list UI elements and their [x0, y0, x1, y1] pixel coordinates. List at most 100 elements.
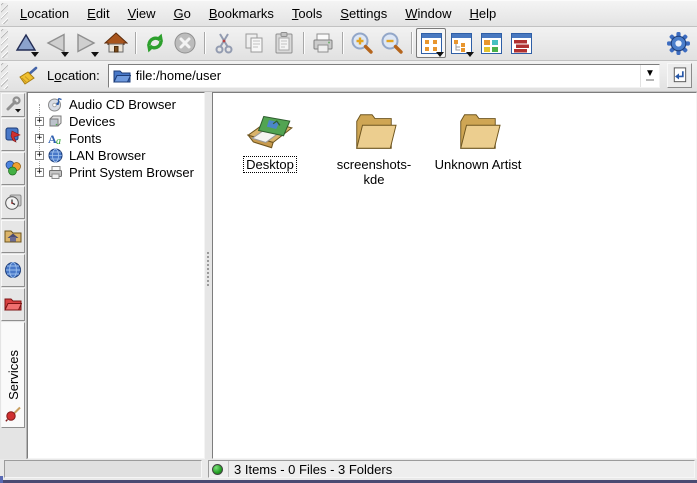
- tree-view-button[interactable]: [446, 28, 476, 58]
- menu-help[interactable]: Help: [461, 3, 506, 24]
- location-dropdown-button[interactable]: ▼: [640, 65, 659, 87]
- toolbar-drag-handle[interactable]: [1, 29, 8, 58]
- expander-plus-icon[interactable]: +: [35, 168, 44, 177]
- menu-view[interactable]: View: [119, 3, 165, 24]
- zoom-out-button[interactable]: [377, 28, 407, 58]
- locationbar-drag-handle[interactable]: [1, 63, 8, 89]
- up-dropdown-arrow-icon[interactable]: [31, 52, 39, 57]
- tree-item-fonts[interactable]: + A a Fonts: [30, 130, 204, 147]
- go-enter-icon: [670, 66, 689, 85]
- content-area: Services Aud: [0, 92, 697, 459]
- up-button[interactable]: [11, 28, 41, 58]
- icon-view-dropdown-arrow-icon[interactable]: [436, 52, 444, 57]
- paste-button[interactable]: [269, 28, 299, 58]
- svg-text:a: a: [56, 136, 61, 146]
- status-message-area: 3 Items - 0 Files - 3 Folders: [208, 460, 695, 478]
- folder-icon-view[interactable]: Desktop screenshots-kde: [212, 92, 697, 459]
- back-button[interactable]: [41, 28, 71, 58]
- toolbar-separator: [342, 32, 343, 54]
- desktop-folder-icon: [244, 107, 296, 153]
- forward-dropdown-arrow-icon[interactable]: [91, 52, 99, 57]
- sidebar-tab-home-folder[interactable]: [1, 220, 25, 253]
- tree-item-devices[interactable]: + Devices: [30, 113, 204, 130]
- detail-view-button[interactable]: [506, 28, 536, 58]
- back-dropdown-arrow-icon[interactable]: [61, 52, 69, 57]
- root-folder-icon: [4, 295, 22, 313]
- sidebar-tab-network[interactable]: [1, 254, 25, 287]
- menu-location[interactable]: Location: [11, 3, 78, 24]
- reload-button[interactable]: [140, 28, 170, 58]
- lan-globe-icon: [48, 148, 63, 163]
- blue-folder-icon: [113, 68, 131, 83]
- menu-tools[interactable]: Tools: [283, 3, 331, 24]
- sidebar-splitter[interactable]: [205, 92, 212, 459]
- home-button[interactable]: [101, 28, 131, 58]
- toolbar-separator: [411, 32, 412, 54]
- cut-scissors-icon: [212, 31, 236, 55]
- toolbar-separator: [135, 32, 136, 54]
- expander-plus-icon[interactable]: +: [35, 117, 44, 126]
- menu-bar: Location Edit View Go Bookmarks Tools Se…: [0, 1, 697, 27]
- kde-gear-icon: [666, 31, 691, 56]
- go-button[interactable]: [667, 63, 692, 88]
- menu-edit[interactable]: Edit: [78, 3, 118, 24]
- devices-icon: [4, 159, 22, 177]
- sidebar-tab-root-folder[interactable]: [1, 288, 25, 321]
- combo-arrow-underline: [646, 79, 654, 81]
- sidebar-tab-history[interactable]: [1, 186, 25, 219]
- services-tab-label: Services: [6, 350, 21, 400]
- pushpin-icon: [5, 406, 21, 422]
- sidebar-tab-services[interactable]: Services: [1, 322, 25, 428]
- multicolumn-view-icon: [481, 33, 502, 54]
- print-button[interactable]: [308, 28, 338, 58]
- location-toolbar: Location: file:/home/user ▼: [0, 61, 697, 92]
- expander-plus-icon[interactable]: +: [35, 151, 44, 160]
- home-folder-icon: [4, 227, 22, 245]
- tree-view-dropdown-arrow-icon[interactable]: [466, 52, 474, 57]
- expander-plus-icon[interactable]: +: [35, 134, 44, 143]
- paste-clipboard-icon: [272, 31, 296, 55]
- services-tree: Audio CD Browser + Devices + A a: [30, 96, 204, 181]
- copy-button[interactable]: [239, 28, 269, 58]
- menu-window[interactable]: Window: [396, 3, 460, 24]
- sidebar-tab-bookmarks[interactable]: [1, 118, 25, 151]
- multicolumn-view-button[interactable]: [476, 28, 506, 58]
- menubar-drag-handle[interactable]: [1, 3, 8, 24]
- reload-icon: [143, 31, 167, 55]
- konqueror-window: Location Edit View Go Bookmarks Tools Se…: [0, 0, 697, 483]
- tree-view-icon: [451, 33, 472, 54]
- stop-button[interactable]: [170, 28, 200, 58]
- menu-bookmarks[interactable]: Bookmarks: [200, 3, 283, 24]
- file-item-unknown-artist[interactable]: Unknown Artist: [427, 103, 529, 172]
- icon-view-button[interactable]: [416, 28, 446, 58]
- folder-icon: [455, 109, 501, 153]
- tree-item-audio-cd-browser[interactable]: Audio CD Browser: [30, 96, 204, 113]
- clear-location-broom-icon: [17, 65, 39, 87]
- sidebar-configure-button[interactable]: [1, 93, 25, 117]
- location-combobox[interactable]: file:/home/user ▼: [108, 64, 660, 88]
- menu-settings[interactable]: Settings: [331, 3, 396, 24]
- file-label-desktop[interactable]: Desktop: [244, 157, 296, 172]
- forward-button[interactable]: [71, 28, 101, 58]
- file-label-unknown-artist[interactable]: Unknown Artist: [433, 157, 524, 172]
- cut-button[interactable]: [209, 28, 239, 58]
- file-item-screenshots-kde[interactable]: screenshots-kde: [323, 103, 425, 187]
- kde-gear-throbber: [663, 28, 693, 58]
- tree-item-print-system-browser[interactable]: + Print System Browser: [30, 164, 204, 181]
- fonts-icon: A a: [48, 131, 63, 146]
- file-item-desktop[interactable]: Desktop: [219, 103, 321, 172]
- zoom-in-button[interactable]: [347, 28, 377, 58]
- file-label-screenshots-kde[interactable]: screenshots-kde: [327, 157, 421, 187]
- sidebar-tab-devices[interactable]: [1, 152, 25, 185]
- network-globe-icon: [4, 261, 22, 279]
- toolbar-separator: [303, 32, 304, 54]
- clear-location-button[interactable]: [15, 63, 41, 89]
- menu-go[interactable]: Go: [165, 3, 200, 24]
- bookmarks-icon: [4, 125, 22, 143]
- tree-item-lan-browser[interactable]: + LAN Browser: [30, 147, 204, 164]
- location-input[interactable]: file:/home/user: [131, 68, 640, 83]
- zoom-in-icon: [350, 31, 374, 55]
- services-tree-panel: Audio CD Browser + Devices + A a: [27, 92, 205, 459]
- home-icon: [104, 31, 128, 55]
- audio-cd-icon: [48, 97, 63, 112]
